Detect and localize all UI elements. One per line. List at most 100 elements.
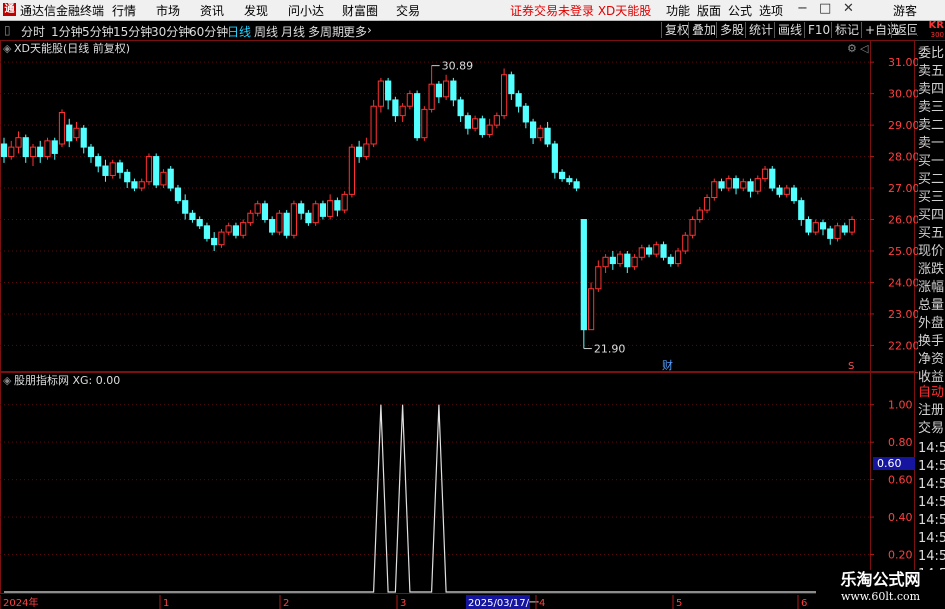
candle-body xyxy=(754,178,761,192)
candle xyxy=(761,166,769,182)
mark-button[interactable]: 标记 xyxy=(831,22,862,38)
candle-body xyxy=(703,196,711,211)
close-icon[interactable]: ✕ xyxy=(843,1,854,16)
quote-field-label: 卖三 xyxy=(918,100,945,115)
menu-functions[interactable]: 功能 xyxy=(666,2,690,19)
period-30min[interactable]: 30分钟 xyxy=(151,23,190,40)
period-intraday[interactable]: 分时 xyxy=(21,23,45,40)
candle-body xyxy=(841,225,848,233)
menu-options[interactable]: 选项 xyxy=(759,2,783,19)
f10-button[interactable]: F10 xyxy=(804,22,833,38)
candle-body xyxy=(58,112,66,145)
period-monthly[interactable]: 月线 xyxy=(281,23,305,40)
menu-layout[interactable]: 版面 xyxy=(697,2,721,19)
candle xyxy=(66,118,73,148)
menu-news[interactable]: 资讯 xyxy=(200,2,224,19)
candle-body xyxy=(160,171,167,186)
period-daily[interactable]: 日线 xyxy=(227,23,251,40)
menu-trade[interactable]: 交易 xyxy=(396,2,420,19)
period-5min[interactable]: 5分钟 xyxy=(82,23,114,40)
candle-body xyxy=(732,178,740,189)
candle xyxy=(819,219,827,236)
tick-time: 14:56 xyxy=(918,531,945,546)
signal-s-marker[interactable]: S xyxy=(848,361,854,372)
candle xyxy=(522,103,529,129)
candle-body xyxy=(805,219,812,233)
corner-code: KR xyxy=(928,20,944,31)
chevron-right-icon[interactable]: › xyxy=(367,23,372,37)
period-1min[interactable]: 1分钟 xyxy=(51,23,83,40)
candle-body xyxy=(283,212,290,236)
candle-body xyxy=(421,108,428,139)
candle xyxy=(406,90,413,110)
candle xyxy=(435,81,442,104)
quote-field-label: 总量 xyxy=(918,298,945,313)
candle xyxy=(377,77,384,113)
candle-body xyxy=(109,162,116,176)
menu-market[interactable]: 市场 xyxy=(156,2,180,19)
statistics-button[interactable]: 统计 xyxy=(745,22,776,38)
candle xyxy=(124,169,131,189)
candle xyxy=(464,112,471,135)
menu-wealth-circle[interactable]: 财富圈 xyxy=(342,2,378,19)
side-action[interactable]: 自动 xyxy=(918,384,945,402)
period-more[interactable]: 更多 xyxy=(343,23,367,40)
expand-icon[interactable]: ◁ xyxy=(860,42,869,55)
candle-body xyxy=(414,93,421,139)
period-60min[interactable]: 60分钟 xyxy=(189,23,228,40)
period-toolbar: ▯ 分时 1分钟 5分钟 15分钟 30分钟 60分钟 日线 周线 月线 多周期… xyxy=(0,21,945,41)
period-multi[interactable]: 多周期 xyxy=(308,23,344,40)
time-label: 2025/03/17/一 xyxy=(468,598,539,609)
candle xyxy=(247,210,254,226)
candle-body xyxy=(131,181,138,189)
multi-stock-button[interactable]: 多股 xyxy=(716,22,747,38)
cursor-value: 0.60 xyxy=(877,457,902,470)
candle xyxy=(290,200,298,239)
collapse-icon[interactable]: ◈ xyxy=(3,42,12,55)
y-tick-label: 24.00 xyxy=(888,276,918,289)
candle xyxy=(537,125,544,141)
indicator-collapse-icon[interactable]: ◈ xyxy=(3,374,12,387)
menu-quotes[interactable]: 行情 xyxy=(112,2,136,19)
period-15min[interactable]: 15分钟 xyxy=(113,23,152,40)
app-title: 通达信金融终端 xyxy=(20,4,105,18)
candle-body xyxy=(595,266,602,290)
candle-body xyxy=(827,228,834,239)
candle xyxy=(269,216,276,236)
candle-body xyxy=(696,209,703,221)
overlay-button[interactable]: 叠加 xyxy=(688,22,719,38)
maximize-icon[interactable]: □ xyxy=(819,1,831,16)
quote-field-label: 买二 xyxy=(918,172,945,187)
chart-area[interactable]: ◈ XD天能股(日线 前复权) ⚙ ◁ ◈ 股朋指标网 XG: 0.00 31.… xyxy=(0,40,918,595)
candle xyxy=(711,178,718,201)
guest-user[interactable]: 游客 xyxy=(893,2,917,19)
candle-body xyxy=(493,115,500,126)
candle-body xyxy=(145,156,153,183)
candle xyxy=(327,194,334,220)
finance-marker[interactable]: 财 xyxy=(662,358,673,372)
candle xyxy=(732,175,740,195)
candle xyxy=(399,103,406,122)
side-action[interactable]: 注册 xyxy=(918,402,945,420)
side-action[interactable]: 交易 xyxy=(918,420,945,438)
candle xyxy=(703,194,711,214)
candle-body xyxy=(616,253,624,265)
login-warning[interactable]: 证券交易未登录 XD天能股 xyxy=(510,2,651,19)
settings-icon[interactable]: ⚙ xyxy=(847,42,857,55)
split-icon[interactable]: ▯ xyxy=(4,23,11,37)
y-tick-label: 0.20 xyxy=(888,549,913,562)
candle xyxy=(131,178,138,192)
candle xyxy=(725,175,732,192)
candle xyxy=(769,166,776,192)
candle-body xyxy=(472,118,479,129)
period-weekly[interactable]: 周线 xyxy=(254,23,278,40)
time-label: 4 xyxy=(539,598,545,609)
menu-xiaoda[interactable]: 问小达 xyxy=(288,2,324,19)
draw-line-button[interactable]: 画线 xyxy=(774,22,805,38)
candle xyxy=(616,250,624,267)
minimize-icon[interactable]: − xyxy=(797,1,808,16)
quote-field-label: 买五 xyxy=(918,226,945,241)
menu-discover[interactable]: 发现 xyxy=(244,2,268,19)
menu-formula[interactable]: 公式 xyxy=(728,2,752,19)
candle-body xyxy=(653,244,660,255)
